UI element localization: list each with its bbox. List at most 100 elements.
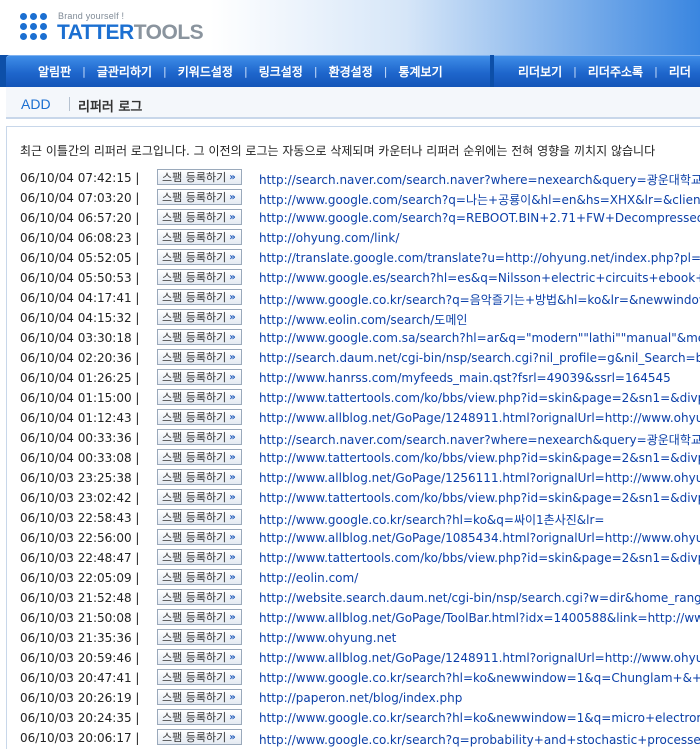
register-spam-button[interactable]: 스팸 등록하기» bbox=[157, 669, 242, 685]
referrer-link[interactable]: http://search.naver.com/search.naver?whe… bbox=[259, 431, 700, 448]
register-spam-button[interactable]: 스팸 등록하기» bbox=[157, 169, 242, 185]
log-timestamp: 06/10/04 04:15:32 | bbox=[20, 311, 140, 325]
referrer-link[interactable]: http://ohyung.com/link/ bbox=[259, 231, 399, 245]
referrer-link[interactable]: http://www.google.com.sa/search?hl=ar&q=… bbox=[259, 331, 700, 345]
referrer-link[interactable]: http://www.allblog.net/GoPage/1256111.ht… bbox=[259, 471, 700, 485]
referrer-link[interactable]: http://search.daum.net/cgi-bin/nsp/searc… bbox=[259, 351, 700, 365]
register-spam-button[interactable]: 스팸 등록하기» bbox=[157, 449, 242, 465]
register-spam-button[interactable]: 스팸 등록하기» bbox=[157, 309, 242, 325]
double-arrow-icon: » bbox=[229, 451, 236, 463]
register-spam-button[interactable]: 스팸 등록하기» bbox=[157, 649, 242, 665]
log-timestamp: 06/10/03 20:59:46 | bbox=[20, 651, 140, 665]
referrer-link[interactable]: http://www.google.co.kr/search?q=probabi… bbox=[259, 731, 700, 748]
register-spam-button[interactable]: 스팸 등록하기» bbox=[157, 469, 242, 485]
log-timestamp: 06/10/03 20:06:17 | bbox=[20, 731, 140, 745]
log-row: 06/10/03 21:35:36 | 스팸 등록하기» http://www.oh… bbox=[0, 628, 700, 648]
register-spam-button[interactable]: 스팸 등록하기» bbox=[157, 269, 242, 285]
referrer-link[interactable]: http://www.google.co.kr/search?q=음악즐기는+방… bbox=[259, 291, 700, 308]
nav-item-reader-more[interactable]: 리더 bbox=[669, 63, 691, 80]
nav-item-keywords[interactable]: 키워드설정 bbox=[178, 63, 233, 80]
referrer-link[interactable]: http://www.google.com/search?q=REBOOT.BI… bbox=[259, 211, 700, 225]
referrer-link[interactable]: http://www.eolin.com/search/도메인 bbox=[259, 311, 467, 328]
referrer-link[interactable]: http://www.google.co.kr/search?hl=ko&q=싸… bbox=[259, 511, 604, 528]
log-timestamp: 06/10/03 23:25:38 | bbox=[20, 471, 140, 485]
register-spam-button[interactable]: 스팸 등록하기» bbox=[157, 529, 242, 545]
referrer-link[interactable]: http://www.tattertools.com/ko/bbs/view.p… bbox=[259, 451, 700, 465]
register-spam-label: 스팸 등록하기 bbox=[162, 611, 227, 624]
brand-logo[interactable]: TATTERTOOLS bbox=[57, 21, 204, 45]
referrer-link[interactable]: http://www.tattertools.com/ko/bbs/view.p… bbox=[259, 551, 700, 565]
nav-item-settings[interactable]: 환경설정 bbox=[329, 63, 373, 80]
register-spam-button[interactable]: 스팸 등록하기» bbox=[157, 389, 242, 405]
register-spam-label: 스팸 등록하기 bbox=[162, 451, 227, 464]
nav-item-dashboard[interactable]: 알림판 bbox=[6, 63, 71, 80]
register-spam-button[interactable]: 스팸 등록하기» bbox=[157, 549, 242, 565]
register-spam-button[interactable]: 스팸 등록하기» bbox=[157, 189, 242, 205]
log-row: 06/10/03 22:05:09 | 스팸 등록하기» http://eolin.… bbox=[0, 568, 700, 588]
register-spam-button[interactable]: 스팸 등록하기» bbox=[157, 729, 242, 745]
referrer-link[interactable]: http://paperon.net/blog/index.php bbox=[259, 691, 462, 705]
register-spam-label: 스팸 등록하기 bbox=[162, 471, 227, 484]
log-timestamp: 06/10/04 00:33:36 | bbox=[20, 431, 140, 445]
referrer-link[interactable]: http://www.google.com/search?q=나는+공룡이&hl… bbox=[259, 191, 700, 208]
referrer-link[interactable]: http://website.search.daum.net/cgi-bin/n… bbox=[259, 591, 700, 605]
nav-item-reader-addresses[interactable]: 리더주소록 bbox=[588, 63, 643, 80]
referrer-link[interactable]: http://www.google.co.kr/search?hl=ko&new… bbox=[259, 711, 700, 725]
register-spam-label: 스팸 등록하기 bbox=[162, 311, 227, 324]
title-divider bbox=[69, 97, 70, 111]
register-spam-button[interactable]: 스팸 등록하기» bbox=[157, 569, 242, 585]
brand-tagline: Brand yourself ! bbox=[58, 11, 125, 21]
log-timestamp: 06/10/03 22:05:09 | bbox=[20, 571, 140, 585]
log-timestamp: 06/10/04 07:42:15 | bbox=[20, 171, 140, 185]
register-spam-button[interactable]: 스팸 등록하기» bbox=[157, 609, 242, 625]
register-spam-button[interactable]: 스팸 등록하기» bbox=[157, 689, 242, 705]
register-spam-button[interactable]: 스팸 등록하기» bbox=[157, 349, 242, 365]
nav-item-reader[interactable]: 리더보기 bbox=[494, 63, 562, 80]
register-spam-button[interactable]: 스팸 등록하기» bbox=[157, 249, 242, 265]
referrer-link[interactable]: http://www.allblog.net/GoPage/ToolBar.ht… bbox=[259, 611, 700, 625]
referrer-link[interactable]: http://www.allblog.net/GoPage/1248911.ht… bbox=[259, 651, 700, 665]
referrer-link[interactable]: http://www.google.co.kr/search?hl=ko&new… bbox=[259, 671, 700, 685]
double-arrow-icon: » bbox=[229, 271, 236, 283]
register-spam-button[interactable]: 스팸 등록하기» bbox=[157, 629, 242, 645]
nav-item-posts[interactable]: 글관리하기 bbox=[97, 63, 152, 80]
referrer-link[interactable]: http://search.naver.com/search.naver?whe… bbox=[259, 171, 700, 188]
referrer-link[interactable]: http://www.allblog.net/GoPage/1085434.ht… bbox=[259, 531, 700, 545]
referrer-link[interactable]: http://eolin.com/ bbox=[259, 571, 358, 585]
log-timestamp: 06/10/03 20:47:41 | bbox=[20, 671, 140, 685]
double-arrow-icon: » bbox=[229, 351, 236, 363]
register-spam-button[interactable]: 스팸 등록하기» bbox=[157, 409, 242, 425]
double-arrow-icon: » bbox=[229, 371, 236, 383]
log-row: 06/10/03 20:26:19 | 스팸 등록하기» http://papero… bbox=[0, 688, 700, 708]
register-spam-button[interactable]: 스팸 등록하기» bbox=[157, 429, 242, 445]
log-timestamp: 06/10/03 22:58:43 | bbox=[20, 511, 140, 525]
referrer-link[interactable]: http://www.ohyung.net bbox=[259, 631, 396, 645]
log-row: 06/10/03 23:25:38 | 스팸 등록하기» http://www.al… bbox=[0, 468, 700, 488]
referrer-link[interactable]: http://translate.google.com/translate?u=… bbox=[259, 251, 700, 265]
nav-item-statistics[interactable]: 통계보기 bbox=[398, 63, 442, 80]
nav-item-links[interactable]: 링크설정 bbox=[259, 63, 303, 80]
log-row: 06/10/03 20:47:41 | 스팸 등록하기» http://www.go… bbox=[0, 668, 700, 688]
brand-word-b: TOOLS bbox=[133, 21, 204, 44]
register-spam-button[interactable]: 스팸 등록하기» bbox=[157, 209, 242, 225]
page-description: 최근 이틀간의 리퍼러 로그입니다. 그 이전의 로그는 자동으로 삭제되며 카… bbox=[20, 144, 656, 158]
register-spam-button[interactable]: 스팸 등록하기» bbox=[157, 709, 242, 725]
referrer-link[interactable]: http://www.allblog.net/GoPage/1248911.ht… bbox=[259, 411, 700, 425]
double-arrow-icon: » bbox=[229, 211, 236, 223]
register-spam-button[interactable]: 스팸 등록하기» bbox=[157, 509, 242, 525]
register-spam-button[interactable]: 스팸 등록하기» bbox=[157, 589, 242, 605]
double-arrow-icon: » bbox=[229, 611, 236, 623]
double-arrow-icon: » bbox=[229, 251, 236, 263]
log-timestamp: 06/10/03 20:24:35 | bbox=[20, 711, 140, 725]
referrer-link[interactable]: http://www.hanrss.com/myfeeds_main.qst?f… bbox=[259, 371, 671, 385]
referrer-link[interactable]: http://www.tattertools.com/ko/bbs/view.p… bbox=[259, 391, 700, 405]
log-timestamp: 06/10/03 22:48:47 | bbox=[20, 551, 140, 565]
register-spam-button[interactable]: 스팸 등록하기» bbox=[157, 229, 242, 245]
referrer-link[interactable]: http://www.tattertools.com/ko/bbs/view.p… bbox=[259, 491, 700, 505]
log-timestamp: 06/10/04 04:17:41 | bbox=[20, 291, 140, 305]
register-spam-button[interactable]: 스팸 등록하기» bbox=[157, 289, 242, 305]
register-spam-button[interactable]: 스팸 등록하기» bbox=[157, 489, 242, 505]
referrer-link[interactable]: http://www.google.es/search?hl=es&q=Nils… bbox=[259, 271, 700, 285]
register-spam-button[interactable]: 스팸 등록하기» bbox=[157, 369, 242, 385]
register-spam-button[interactable]: 스팸 등록하기» bbox=[157, 329, 242, 345]
